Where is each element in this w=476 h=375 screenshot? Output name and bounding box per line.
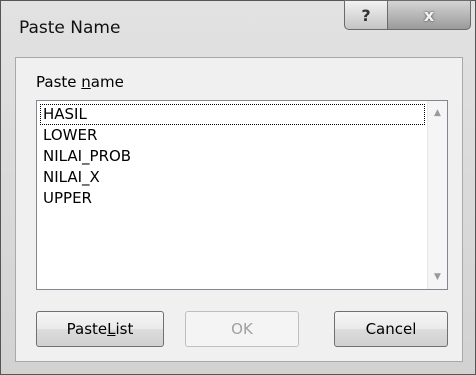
label-mnemonic: n [81,73,91,91]
close-button[interactable]: x [387,0,471,30]
help-icon: ? [361,5,371,25]
names-listbox[interactable]: HASIL LOWER NILAI_PROB NILAI_X UPPER ▲ ▼ [36,100,448,290]
scroll-down-icon[interactable]: ▼ [428,268,447,286]
list-item-upper[interactable]: UPPER [40,188,425,209]
ok-button[interactable]: OK [185,311,299,347]
paste-list-mnemonic: L [107,320,116,338]
close-icon: x [423,5,435,25]
list-item-hasil[interactable]: HASIL [40,104,425,125]
scroll-up-icon[interactable]: ▲ [428,104,447,122]
paste-list-prefix: Paste [66,320,108,338]
list-item-nilai-prob[interactable]: NILAI_PROB [40,146,425,167]
paste-list-suffix: ist [115,320,134,338]
paste-name-dialog: Paste Name ? x Paste name HASIL LOWER NI… [0,0,476,375]
dialog-title: Paste Name [19,18,121,38]
dialog-body: Paste name HASIL LOWER NILAI_PROB NILAI_… [15,57,463,362]
title-bar[interactable]: Paste Name ? x [1,0,475,57]
paste-name-label: Paste name [36,73,124,91]
help-button[interactable]: ? [344,0,388,30]
vertical-scrollbar[interactable]: ▲ ▼ [427,101,447,289]
paste-list-button[interactable]: Paste List [36,311,164,347]
label-suffix: ame [90,73,124,91]
cancel-button[interactable]: Cancel [334,311,448,347]
names-list-items: HASIL LOWER NILAI_PROB NILAI_X UPPER [40,104,425,209]
list-item-nilai-x[interactable]: NILAI_X [40,167,425,188]
list-item-lower[interactable]: LOWER [40,125,425,146]
label-prefix: Paste [36,73,82,91]
